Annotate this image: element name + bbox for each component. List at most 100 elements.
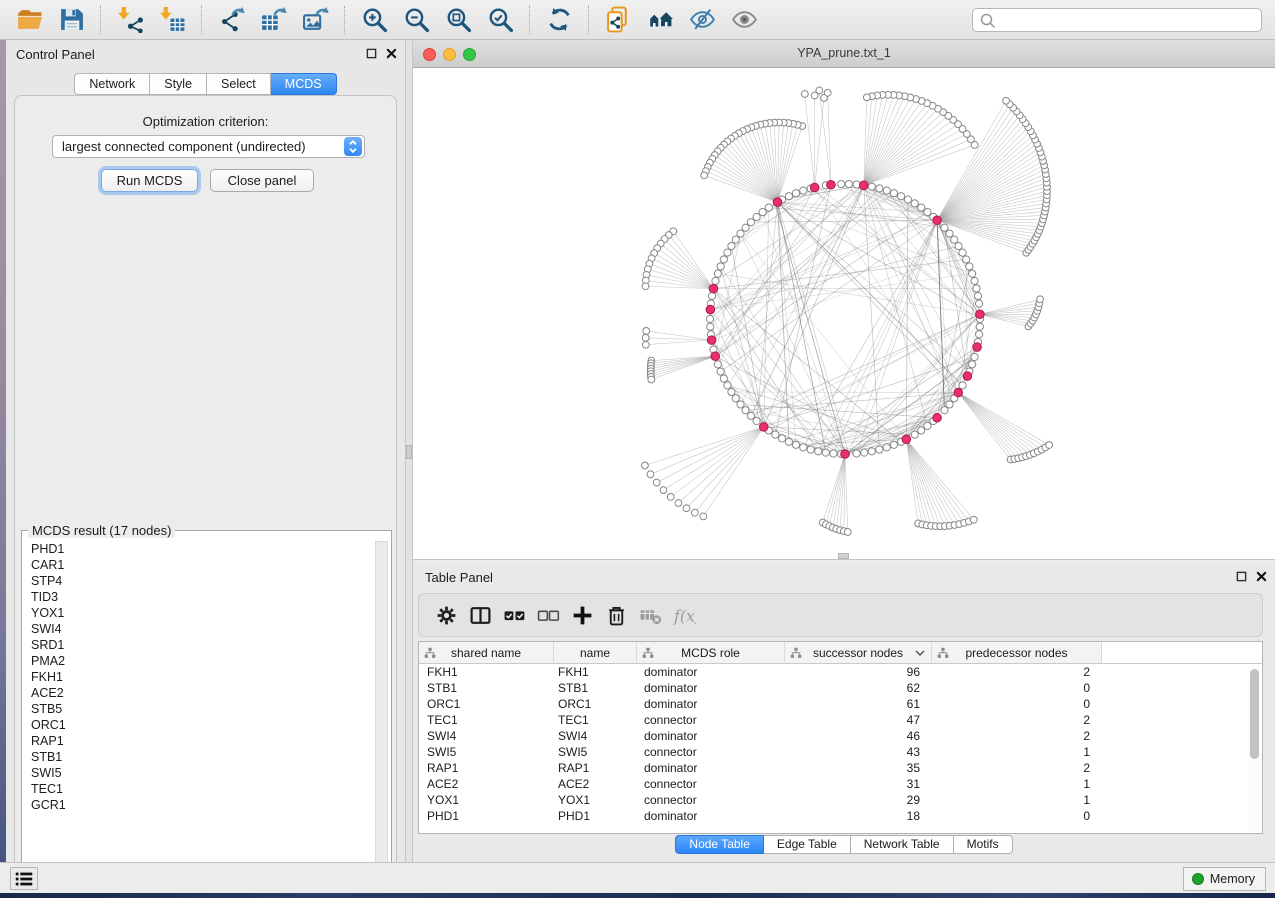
horizontal-splitter-thumb[interactable] xyxy=(838,553,849,559)
delete-column-icon[interactable] xyxy=(599,600,633,630)
tab-mcds[interactable]: MCDS xyxy=(271,73,337,95)
table-row[interactable]: YOX1YOX1connector291 xyxy=(419,792,1262,808)
refresh-view-icon[interactable] xyxy=(543,4,575,36)
cell-successors: 61 xyxy=(785,696,932,712)
eye-icon[interactable] xyxy=(728,4,760,36)
mcds-result-item[interactable]: FKH1 xyxy=(24,669,374,685)
table-toolbar: f(x) xyxy=(418,593,1263,637)
column-header-shared-name[interactable]: shared name xyxy=(419,642,554,664)
mcds-result-item[interactable]: SWI5 xyxy=(24,765,374,781)
table-row[interactable]: ORC1ORC1dominator610 xyxy=(419,696,1262,712)
close-panel-button[interactable]: Close panel xyxy=(210,169,314,192)
zoom-out-icon[interactable] xyxy=(400,4,432,36)
export-network-icon[interactable] xyxy=(215,4,247,36)
search-box[interactable] xyxy=(972,8,1262,32)
column-header-name[interactable]: name xyxy=(554,642,637,664)
column-header-predecessor-nodes[interactable]: predecessor nodes xyxy=(932,642,1102,664)
tab-edge-table[interactable]: Edge Table xyxy=(764,835,851,854)
mcds-result-list[interactable]: PHD1CAR1STP4TID3YOX1SWI4SRD1PMA2FKH1ACE2… xyxy=(24,541,374,889)
toolbar-separator xyxy=(529,6,530,34)
cell-name: YOX1 xyxy=(554,792,637,808)
table-row[interactable]: SWI4SWI4dominator462 xyxy=(419,728,1262,744)
zoom-selected-icon[interactable] xyxy=(484,4,516,36)
mcds-result-item[interactable]: CAR1 xyxy=(24,557,374,573)
cell-successors: 18 xyxy=(785,808,932,824)
cell-predecessors: 2 xyxy=(932,760,1102,776)
table-row[interactable]: STB1STB1dominator620 xyxy=(419,680,1262,696)
mcds-result-item[interactable]: SRD1 xyxy=(24,637,374,653)
mcds-result-item[interactable]: STB5 xyxy=(24,701,374,717)
table-row[interactable]: ACE2ACE2connector311 xyxy=(419,776,1262,792)
splitter-thumb[interactable] xyxy=(406,445,412,459)
table-settings-gear-icon[interactable] xyxy=(429,600,463,630)
mcds-result-item[interactable]: GCR1 xyxy=(24,797,374,813)
table-row[interactable]: FKH1FKH1dominator962 xyxy=(419,664,1262,680)
mcds-result-item[interactable]: STP4 xyxy=(24,573,374,589)
tab-select[interactable]: Select xyxy=(207,73,271,95)
open-session-icon[interactable] xyxy=(13,4,45,36)
import-table-icon[interactable] xyxy=(156,4,188,36)
save-session-icon[interactable] xyxy=(55,4,87,36)
float-panel-icon[interactable] xyxy=(366,48,377,59)
tab-node-table[interactable]: Node Table xyxy=(675,835,764,854)
zoom-fit-icon[interactable] xyxy=(442,4,474,36)
share-network-icon[interactable] xyxy=(602,4,634,36)
tab-style[interactable]: Style xyxy=(150,73,207,95)
table-panel-tabs: Node TableEdge TableNetwork TableMotifs xyxy=(413,835,1275,854)
zoom-in-icon[interactable] xyxy=(358,4,390,36)
mcds-result-item[interactable]: TEC1 xyxy=(24,781,374,797)
network-window-titlebar[interactable]: YPA_prune.txt_1 xyxy=(413,40,1275,68)
mcds-result-item[interactable]: TID3 xyxy=(24,589,374,605)
memory-button[interactable]: Memory xyxy=(1183,867,1266,891)
mcds-result-item[interactable]: STB1 xyxy=(24,749,374,765)
hide-columns-icon xyxy=(633,600,667,630)
select-all-icon[interactable] xyxy=(497,600,531,630)
mcds-result-item[interactable]: ORC1 xyxy=(24,717,374,733)
control-panel-title: Control Panel xyxy=(16,47,95,62)
table-scrollbar-thumb[interactable] xyxy=(1250,669,1259,759)
mcds-result-item[interactable]: RAP1 xyxy=(24,733,374,749)
add-column-icon[interactable] xyxy=(565,600,599,630)
mcds-result-item[interactable]: ACE2 xyxy=(24,685,374,701)
control-panel-tabs: NetworkStyleSelectMCDS xyxy=(6,73,405,95)
column-header-successor-nodes[interactable]: successor nodes xyxy=(785,642,932,664)
close-panel-icon[interactable] xyxy=(386,48,397,59)
network-graph[interactable] xyxy=(413,68,1275,559)
network-canvas[interactable] xyxy=(413,68,1275,559)
cell-name: TEC1 xyxy=(554,712,637,728)
table-row[interactable]: SWI5SWI5connector431 xyxy=(419,744,1262,760)
table-row[interactable]: PHD1PHD1dominator180 xyxy=(419,808,1262,824)
vertical-splitter[interactable] xyxy=(405,40,413,862)
mcds-list-scrollbar[interactable] xyxy=(375,541,388,889)
search-icon xyxy=(979,12,996,29)
run-mcds-button[interactable]: Run MCDS xyxy=(101,169,198,192)
mcds-result-title: MCDS result (17 nodes) xyxy=(28,523,175,538)
import-network-icon[interactable] xyxy=(114,4,146,36)
tab-network[interactable]: Network xyxy=(74,73,150,95)
deselect-all-icon[interactable] xyxy=(531,600,565,630)
mcds-result-item[interactable]: SWI4 xyxy=(24,621,374,637)
houses-icon[interactable] xyxy=(644,4,676,36)
criterion-dropdown[interactable]: largest connected component (undirected) xyxy=(52,135,365,158)
mcds-result-item[interactable]: PHD1 xyxy=(24,541,374,557)
export-table-icon[interactable] xyxy=(257,4,289,36)
toggle-columns-icon[interactable] xyxy=(463,600,497,630)
cell-shared_name: PHD1 xyxy=(419,808,554,824)
table-scrollbar[interactable] xyxy=(1248,666,1261,832)
column-header-MCDS-role[interactable]: MCDS role xyxy=(637,642,785,664)
tab-network-table[interactable]: Network Table xyxy=(851,835,954,854)
task-history-button[interactable] xyxy=(10,867,38,890)
close-table-panel-icon[interactable] xyxy=(1256,571,1267,582)
tab-motifs[interactable]: Motifs xyxy=(954,835,1013,854)
table-row[interactable]: RAP1RAP1dominator352 xyxy=(419,760,1262,776)
search-input[interactable] xyxy=(996,12,1261,28)
mcds-result-item[interactable]: PMA2 xyxy=(24,653,374,669)
export-image-icon[interactable] xyxy=(299,4,331,36)
table-row[interactable]: TEC1TEC1connector472 xyxy=(419,712,1262,728)
column-header-filler xyxy=(1102,642,1262,663)
control-panel-titlebar: Control Panel xyxy=(6,40,405,68)
mcds-result-item[interactable]: YOX1 xyxy=(24,605,374,621)
float-table-panel-icon[interactable] xyxy=(1236,571,1247,582)
mcds-result-group: MCDS result (17 nodes) PHD1CAR1STP4TID3Y… xyxy=(21,530,392,893)
eye-slash-icon[interactable] xyxy=(686,4,718,36)
